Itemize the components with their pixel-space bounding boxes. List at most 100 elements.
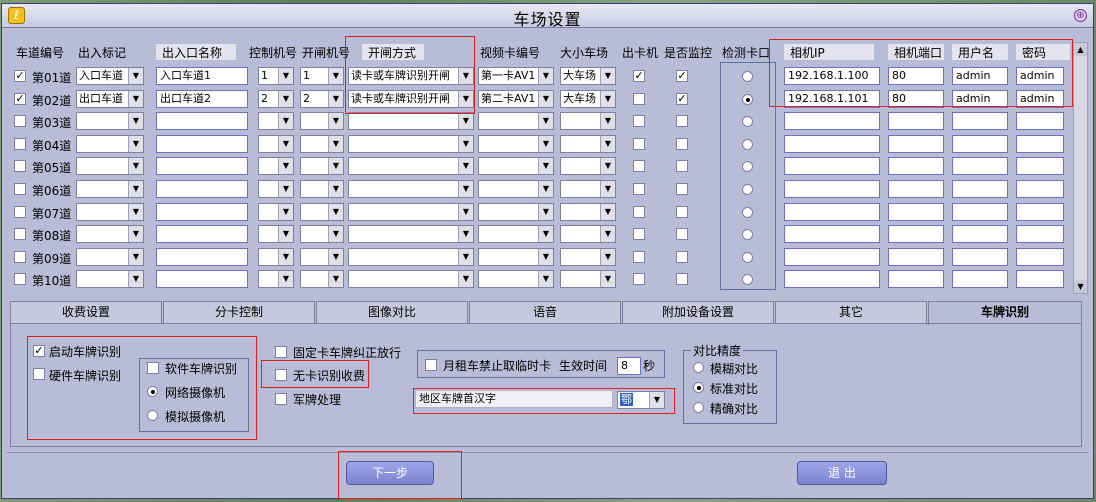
ctrl-no-select[interactable]: 2 ▼ <box>258 89 294 108</box>
video-card-select[interactable]: ▼ <box>478 134 554 153</box>
camera-ip-input[interactable] <box>784 247 880 266</box>
tab-card-control[interactable]: 分卡控制 <box>163 301 315 323</box>
gate-no-select[interactable]: ▼ <box>300 225 344 244</box>
fuzzy-radio[interactable] <box>693 362 704 373</box>
lot-size-select[interactable]: ▼ <box>560 202 616 221</box>
io-name-input[interactable] <box>156 225 248 244</box>
io-name-input[interactable] <box>156 157 248 176</box>
io-flag-select[interactable]: ▼ <box>76 112 144 131</box>
io-name-input[interactable] <box>156 134 248 153</box>
camera-user-input[interactable] <box>952 180 1008 198</box>
exit-button[interactable]: 退 出 <box>797 461 887 485</box>
monitor-checkbox[interactable] <box>676 228 688 241</box>
io-name-input[interactable]: 出口车道2 <box>156 89 248 108</box>
camera-port-input[interactable] <box>888 270 944 289</box>
lot-size-select[interactable]: ▼ <box>560 134 616 153</box>
gate-no-select[interactable]: ▼ <box>300 270 344 289</box>
ticket-checkbox[interactable] <box>633 160 645 173</box>
camera-pwd-input[interactable] <box>1016 225 1064 244</box>
camera-pwd-input[interactable] <box>1016 112 1064 131</box>
lane-enable-checkbox[interactable] <box>14 250 26 263</box>
tab-charge[interactable]: 收费设置 <box>10 301 162 323</box>
software-plate-checkbox[interactable] <box>147 362 159 374</box>
lane-enable-checkbox[interactable]: ✓ <box>14 70 26 82</box>
io-name-input[interactable] <box>156 112 248 131</box>
monitor-checkbox[interactable] <box>676 137 688 150</box>
camera-pwd-input[interactable] <box>1016 202 1064 221</box>
monitor-checkbox[interactable]: ✓ <box>676 70 688 82</box>
gate-mode-select[interactable]: ▼ <box>348 134 474 153</box>
camera-port-input[interactable] <box>888 112 944 131</box>
camera-ip-input[interactable] <box>784 112 880 131</box>
lot-size-select[interactable]: ▼ <box>560 157 616 176</box>
gate-mode-select[interactable]: ▼ <box>348 112 474 131</box>
monitor-checkbox[interactable] <box>676 183 688 195</box>
tab-devices[interactable]: 附加设备设置 <box>622 301 774 323</box>
gate-mode-select[interactable]: ▼ <box>348 270 474 289</box>
camera-port-input[interactable] <box>888 225 944 244</box>
io-name-input[interactable] <box>156 180 248 198</box>
ticket-checkbox[interactable] <box>633 92 645 105</box>
io-flag-select[interactable]: ▼ <box>76 134 144 153</box>
camera-ip-input[interactable] <box>784 270 880 289</box>
monitor-checkbox[interactable] <box>676 250 688 263</box>
military-checkbox[interactable] <box>275 393 287 405</box>
lot-size-select[interactable]: ▼ <box>560 225 616 244</box>
ctrl-no-select[interactable]: ▼ <box>258 134 294 153</box>
camera-ip-input[interactable]: 192.168.1.100 <box>784 67 880 85</box>
ticket-checkbox[interactable] <box>633 250 645 263</box>
lot-size-select[interactable]: 大车场 ▼ <box>560 67 616 85</box>
ticket-checkbox[interactable] <box>633 115 645 128</box>
camera-port-input[interactable]: 80 <box>888 67 944 85</box>
grid-scrollbar[interactable]: ▲ ▼ <box>1073 42 1088 294</box>
camera-user-input[interactable] <box>952 270 1008 289</box>
video-card-select[interactable]: ▼ <box>478 112 554 131</box>
precise-radio[interactable] <box>693 402 704 413</box>
camera-user-input[interactable] <box>952 202 1008 221</box>
gate-mode-select[interactable]: ▼ <box>348 180 474 198</box>
camera-pwd-input[interactable] <box>1016 134 1064 153</box>
ticket-checkbox[interactable]: ✓ <box>633 70 645 82</box>
camera-port-input[interactable] <box>888 157 944 176</box>
lane-enable-checkbox[interactable] <box>14 228 26 241</box>
gate-no-select[interactable]: ▼ <box>300 134 344 153</box>
lane-enable-checkbox[interactable]: ✓ <box>14 92 26 105</box>
ctrl-no-select[interactable]: ▼ <box>258 202 294 221</box>
scroll-up-icon[interactable]: ▲ <box>1074 43 1087 56</box>
camera-ip-input[interactable] <box>784 157 880 176</box>
gate-mode-select[interactable]: ▼ <box>348 225 474 244</box>
io-name-input[interactable] <box>156 270 248 289</box>
net-camera-radio[interactable] <box>147 386 158 397</box>
io-name-input[interactable] <box>156 247 248 266</box>
next-button[interactable]: 下一步 <box>346 461 434 485</box>
ctrl-no-select[interactable]: ▼ <box>258 112 294 131</box>
io-flag-select[interactable]: 入口车道 ▼ <box>76 67 144 85</box>
monitor-checkbox[interactable] <box>676 160 688 173</box>
ctrl-no-select[interactable]: ▼ <box>258 225 294 244</box>
io-flag-select[interactable]: ▼ <box>76 270 144 289</box>
seconds-input[interactable]: 8 <box>617 357 641 375</box>
io-flag-select[interactable]: ▼ <box>76 202 144 221</box>
ctrl-no-select[interactable]: ▼ <box>258 270 294 289</box>
ctrl-no-select[interactable]: ▼ <box>258 247 294 266</box>
gate-mode-select[interactable]: ▼ <box>348 247 474 266</box>
ticket-checkbox[interactable] <box>633 183 645 195</box>
monitor-checkbox[interactable] <box>676 273 688 286</box>
region-char-select[interactable]: 鄂 ▼ <box>617 391 665 409</box>
gate-mode-select[interactable]: 读卡或车牌识别开闸 ▼ <box>348 67 474 85</box>
camera-ip-input[interactable] <box>784 180 880 198</box>
no-card-checkbox[interactable] <box>275 369 287 381</box>
video-card-select[interactable]: ▼ <box>478 247 554 266</box>
ctrl-no-select[interactable]: 1 ▼ <box>258 67 294 85</box>
lane-enable-checkbox[interactable] <box>14 183 26 195</box>
camera-port-input[interactable] <box>888 247 944 266</box>
lot-size-select[interactable]: ▼ <box>560 247 616 266</box>
video-card-select[interactable]: ▼ <box>478 270 554 289</box>
camera-user-input[interactable] <box>952 157 1008 176</box>
gate-no-select[interactable]: ▼ <box>300 112 344 131</box>
ticket-checkbox[interactable] <box>633 228 645 241</box>
camera-pwd-input[interactable] <box>1016 270 1064 289</box>
camera-ip-input[interactable] <box>784 134 880 153</box>
camera-pwd-input[interactable]: admin <box>1016 67 1064 85</box>
enable-plate-checkbox[interactable]: ✓ <box>33 345 45 357</box>
